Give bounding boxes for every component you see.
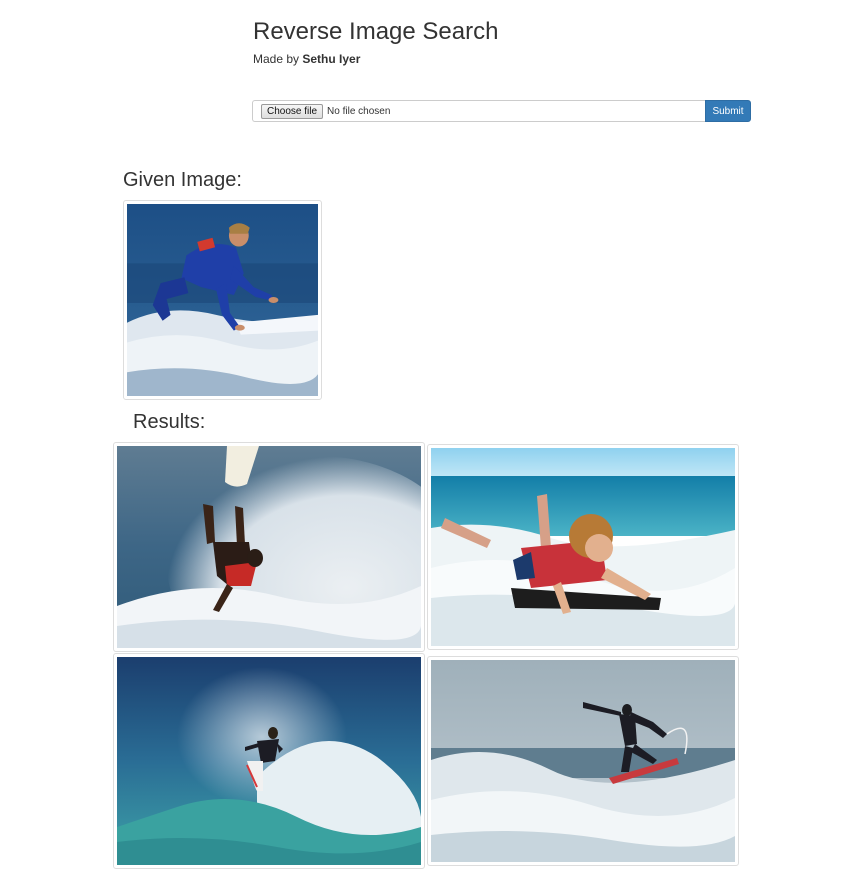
author-credit: Made by Sethu Iyer	[253, 51, 360, 67]
results-heading: Results:	[133, 411, 206, 433]
surfer-wipeout-image	[117, 446, 421, 648]
choose-file-button[interactable]: Choose file	[261, 103, 324, 119]
result-thumbnail-4[interactable]	[427, 656, 739, 866]
result-thumbnail-3[interactable]	[113, 653, 425, 869]
reverse-image-search-page: Reverse Image Search Made by Sethu Iyer …	[0, 0, 862, 869]
file-input[interactable]: Choose file No file chosen	[252, 100, 705, 122]
upload-form: Choose file No file chosen Submit	[252, 100, 751, 122]
surfer-blue-wetsuit-image	[127, 204, 318, 396]
result-thumbnail-2[interactable]	[427, 444, 739, 650]
result-thumbnail-1[interactable]	[113, 442, 425, 652]
surfer-turning-image	[117, 657, 421, 865]
surfer-aerial-image	[431, 660, 735, 862]
page-title: Reverse Image Search	[253, 18, 499, 45]
given-image-thumbnail	[123, 200, 322, 400]
author-name: Sethu Iyer	[302, 52, 361, 66]
author-prefix: Made by	[253, 52, 303, 66]
given-image-heading: Given Image:	[123, 169, 242, 191]
file-status-text: No file chosen	[327, 105, 391, 117]
submit-button[interactable]: Submit	[705, 100, 751, 122]
boy-bodyboarding-image	[431, 448, 735, 646]
